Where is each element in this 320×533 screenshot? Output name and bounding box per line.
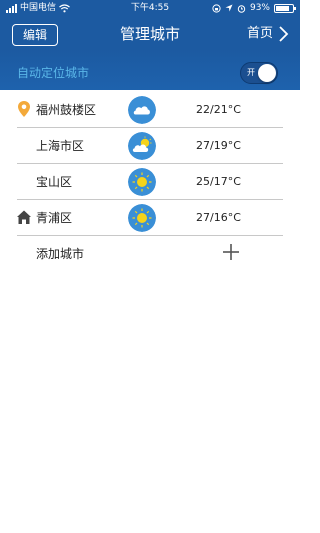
cloudy-icon [128,96,156,124]
status-bar: 中国电信 下午4:55 93% [0,0,300,16]
header: 中国电信 下午4:55 93% 编辑 管理城市 首页 自动定位城市 开 [0,0,300,90]
home-link[interactable]: 首页 [247,22,290,46]
battery-icon [274,3,296,13]
city-temp: 22/21°C [196,103,241,116]
city-temp: 25/17°C [196,175,241,188]
auto-locate-toggle[interactable]: 开 [240,62,278,84]
city-name: 青浦区 [36,211,73,225]
city-row[interactable]: 福州鼓楼区 22/21°C [0,92,300,128]
city-row[interactable]: 宝山区 25/17°C [0,164,300,200]
chevron-right-icon [279,26,289,42]
city-name: 福州鼓楼区 [36,103,97,117]
auto-locate-row: 自动定位城市 开 [0,58,300,88]
city-row[interactable]: 上海市区 27/19°C [0,128,300,164]
alarm-icon [237,4,246,13]
city-list: 福州鼓楼区 22/21°C 上海市区 27/19°C 宝山区 25/17°C 青… [0,92,300,272]
city-temp: 27/16°C [196,211,241,224]
city-row[interactable]: 青浦区 27/16°C [0,200,300,236]
home-icon [17,210,31,224]
city-name: 宝山区 [36,175,73,189]
plus-icon[interactable] [222,243,240,261]
navbar: 编辑 管理城市 首页 [0,18,300,50]
battery-percent: 93% [249,3,270,13]
toggle-on-label: 开 [247,68,255,77]
sunny-icon [128,204,156,232]
partly-cloudy-icon [128,132,156,160]
add-city-row[interactable]: 添加城市 [0,236,300,272]
location-pin-icon [18,101,30,117]
toggle-knob [258,64,276,82]
lock-rotation-icon [212,3,221,13]
city-name: 上海市区 [36,139,85,153]
auto-locate-label: 自动定位城市 [17,66,90,80]
add-city-label: 添加城市 [36,247,85,261]
location-arrow-icon [225,4,233,12]
home-link-label: 首页 [246,26,273,41]
sunny-icon [128,168,156,196]
city-temp: 27/19°C [196,139,241,152]
